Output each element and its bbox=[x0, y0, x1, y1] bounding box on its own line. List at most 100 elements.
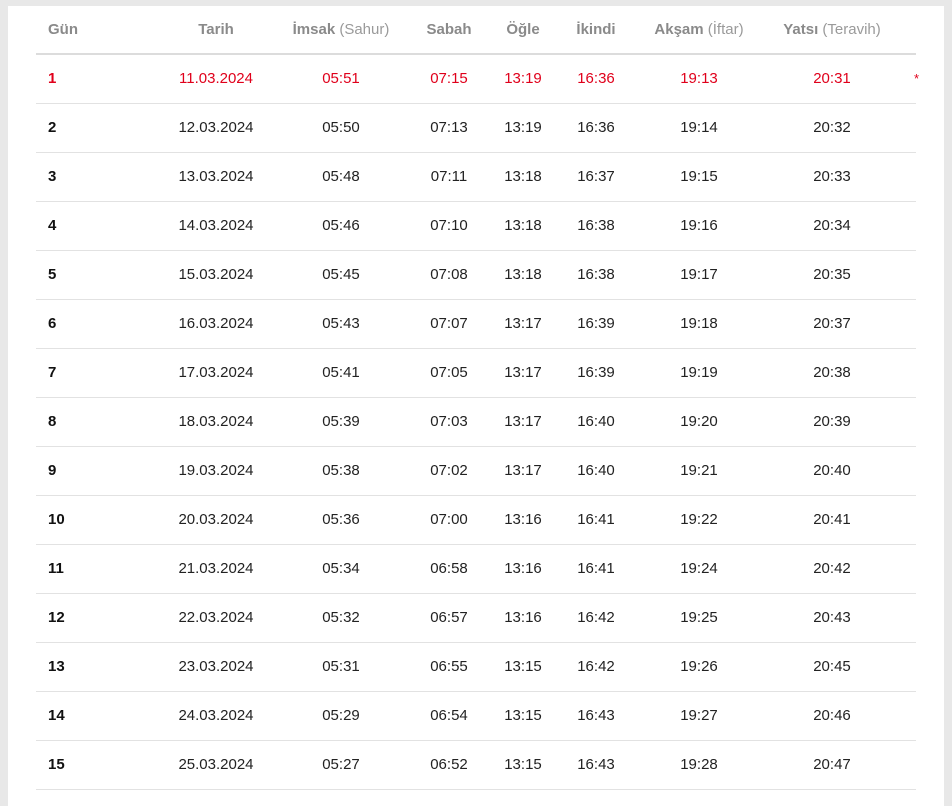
header-imsak-label: İmsak bbox=[292, 21, 336, 38]
cell-tarih: 11.03.2024 bbox=[179, 70, 253, 88]
cell-gun: 3 bbox=[48, 168, 57, 185]
cell-imsak: 05:48 bbox=[322, 168, 360, 185]
cell-sabah: 07:05 bbox=[430, 364, 468, 381]
marker-cell bbox=[914, 348, 916, 397]
cell-aksam: 19:25 bbox=[680, 609, 718, 626]
cell-sabah: 07:03 bbox=[430, 413, 468, 430]
cell-ikindi: 16:37 bbox=[577, 168, 615, 185]
prayer-times-panel: Gün Tarih İmsak (Sahur) Sabah Öğle İkind… bbox=[8, 6, 944, 806]
cell-ogle: 13:15 bbox=[504, 756, 542, 773]
cell-ikindi: 16:42 bbox=[577, 609, 615, 626]
cell-ikindi: 16:39 bbox=[577, 315, 615, 332]
cell-sabah: 07:08 bbox=[430, 266, 468, 283]
marker-cell bbox=[914, 446, 916, 495]
cell-sabah: 06:58 bbox=[430, 560, 468, 577]
cell-aksam: 19:26 bbox=[680, 658, 718, 675]
table-row: 12 22.03.2024 05:32 06:57 13:16 16:42 19:25 20:… bbox=[36, 593, 916, 642]
marker-cell bbox=[914, 593, 916, 642]
cell-tarih: 13.03.2024 bbox=[178, 168, 254, 185]
marker-cell bbox=[914, 152, 916, 201]
cell-imsak: 05:45 bbox=[322, 266, 360, 283]
cell-sabah: 07:15 bbox=[430, 70, 468, 88]
header-ikindi: İkindi bbox=[544, 6, 648, 55]
table-row: 4 14.03.2024 05:46 07:10 13:18 16:38 19:16 20:3… bbox=[36, 201, 916, 250]
cell-gun: 15 bbox=[48, 756, 65, 773]
cell-sabah: 07:00 bbox=[430, 511, 468, 528]
header-aksam: Akşam (İftar) bbox=[648, 6, 750, 55]
marker-cell bbox=[914, 201, 916, 250]
cell-gun: 7 bbox=[48, 364, 57, 381]
cell-ogle: 13:16 bbox=[504, 511, 542, 528]
header-yatsi: Yatsı (Teravih) bbox=[750, 6, 914, 55]
cell-ogle: 13:17 bbox=[504, 315, 542, 332]
cell-yatsi: 20:45 bbox=[813, 658, 851, 675]
cell-yatsi: 20:35 bbox=[813, 266, 851, 283]
cell-yatsi: 20:38 bbox=[813, 364, 851, 381]
cell-tarih: 12.03.2024 bbox=[178, 119, 254, 136]
cell-imsak: 05:46 bbox=[322, 217, 360, 234]
cell-ogle: 13:15 bbox=[504, 707, 542, 724]
cell-ikindi: 16:43 bbox=[577, 707, 615, 724]
cell-imsak: 05:41 bbox=[322, 364, 360, 381]
cell-imsak: 05:50 bbox=[322, 119, 360, 136]
header-aksam-label: Akşam bbox=[654, 21, 704, 38]
table-row: 7 17.03.2024 05:41 07:05 13:17 16:39 19:19 20:3… bbox=[36, 348, 916, 397]
cell-ogle: 13:17 bbox=[504, 364, 542, 381]
cell-sabah: 07:02 bbox=[430, 462, 468, 479]
header-imsak-sub: (Sahur) bbox=[339, 21, 390, 38]
cell-yatsi: 20:33 bbox=[813, 168, 851, 185]
table-row: 8 18.03.2024 05:39 07:03 13:17 16:40 19:20 20:3… bbox=[36, 397, 916, 446]
cell-aksam: 19:14 bbox=[680, 119, 718, 136]
cell-sabah: 07:11 bbox=[430, 168, 468, 185]
cell-imsak: 05:36 bbox=[322, 511, 360, 528]
cell-gun: 1 bbox=[48, 70, 57, 88]
marker-cell bbox=[914, 299, 916, 348]
cell-sabah: 07:10 bbox=[430, 217, 468, 234]
cell-ikindi: 16:40 bbox=[577, 462, 615, 479]
table-row: 15 25.03.2024 05:27 06:52 13:15 16:43 19:28 20:… bbox=[36, 740, 916, 789]
cell-yatsi: 20:42 bbox=[813, 560, 851, 577]
cell-tarih: 19.03.2024 bbox=[178, 462, 254, 479]
cell-ikindi: 16:36 bbox=[577, 119, 615, 136]
table-row: 10 20.03.2024 05:36 07:00 13:16 16:41 19:22 20:… bbox=[36, 495, 916, 544]
cell-sabah: 06:55 bbox=[430, 658, 468, 675]
cell-tarih: 14.03.2024 bbox=[178, 217, 254, 234]
cell-tarih: 23.03.2024 bbox=[178, 658, 254, 675]
table-row: 3 13.03.2024 05:48 07:11 13:18 16:37 19:15 20:3… bbox=[36, 152, 916, 201]
header-tarih: Tarih bbox=[146, 6, 286, 55]
table-row: 9 19.03.2024 05:38 07:02 13:17 16:40 19:21 20:4… bbox=[36, 446, 916, 495]
cell-ikindi: 16:38 bbox=[577, 217, 615, 234]
header-ogle: Öğle bbox=[502, 6, 544, 55]
cell-aksam: 19:20 bbox=[680, 413, 718, 430]
cell-ikindi: 16:39 bbox=[577, 364, 615, 381]
marker-cell bbox=[914, 250, 916, 299]
cell-ikindi: 16:38 bbox=[577, 266, 615, 283]
cell-tarih: 22.03.2024 bbox=[178, 609, 254, 626]
header-sabah: Sabah bbox=[396, 6, 502, 55]
cell-ogle: 13:19 bbox=[504, 119, 542, 136]
cell-tarih: 21.03.2024 bbox=[178, 560, 254, 577]
cell-tarih: 25.03.2024 bbox=[178, 756, 254, 773]
cell-ikindi: 16:40 bbox=[577, 413, 615, 430]
cell-gun: 11 bbox=[48, 560, 64, 577]
cell-aksam: 19:15 bbox=[680, 168, 718, 185]
cell-gun: 2 bbox=[48, 119, 57, 136]
cell-yatsi: 20:47 bbox=[813, 756, 851, 773]
cell-imsak: 05:27 bbox=[322, 756, 360, 773]
cell-aksam: 19:27 bbox=[680, 707, 718, 724]
cell-yatsi: 20:40 bbox=[813, 462, 851, 479]
cell-yatsi: 20:43 bbox=[813, 609, 851, 626]
cell-tarih: 16.03.2024 bbox=[178, 315, 254, 332]
cell-gun: 4 bbox=[48, 217, 57, 234]
cell-ikindi: 16:36 bbox=[577, 70, 615, 88]
cell-tarih: 24.03.2024 bbox=[178, 707, 254, 724]
cell-gun: 14 bbox=[48, 707, 65, 724]
table-row-today: 1 11.03.2024 05:51 07:15 13:19 16:36 19:13 20:3… bbox=[36, 54, 919, 103]
cell-gun: 5 bbox=[48, 266, 57, 283]
cell-yatsi: 20:39 bbox=[813, 413, 851, 430]
cell-sabah: 07:07 bbox=[430, 315, 468, 332]
cell-aksam: 19:28 bbox=[680, 756, 718, 773]
cell-tarih: 15.03.2024 bbox=[178, 266, 254, 283]
marker-cell bbox=[914, 691, 916, 740]
marker-cell bbox=[914, 740, 916, 789]
